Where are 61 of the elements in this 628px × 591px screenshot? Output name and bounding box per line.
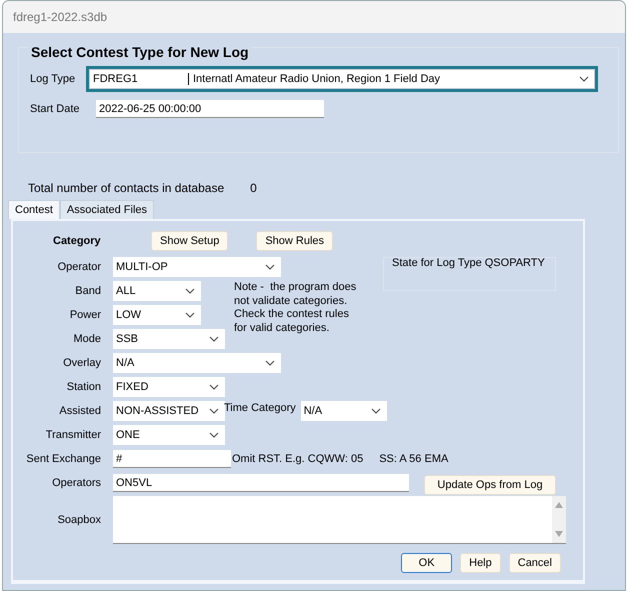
- soapbox-field[interactable]: [113, 496, 566, 544]
- chevron-down-icon: [265, 264, 275, 270]
- dropdown[interactable]: ALL: [113, 281, 201, 301]
- dropdown[interactable]: LOW: [113, 305, 201, 325]
- field-label: Log Type: [29, 73, 76, 85]
- field-label: Soapbox: [56, 514, 102, 526]
- text-field[interactable]: ON5VL: [113, 474, 409, 492]
- window-title: fdreg1-2022.s3db: [13, 10, 108, 24]
- dropdown[interactable]: SSB: [113, 329, 225, 349]
- chevron-down-icon: [265, 360, 275, 366]
- field-label: Operators: [51, 477, 102, 489]
- note-text: for valid categories.: [234, 322, 330, 335]
- category-button[interactable]: Show Rules: [256, 231, 334, 251]
- chevron-down-icon: [209, 336, 219, 342]
- field-label: Power: [68, 309, 102, 321]
- field-label: Mode: [72, 333, 102, 345]
- dropdown[interactable]: NON-ASSISTED: [113, 401, 225, 421]
- chevron-down-icon: [209, 384, 219, 390]
- group-label: State for Log Type QSOPARTY: [391, 257, 546, 269]
- hint-text: SS: A 56 EMA: [379, 453, 448, 465]
- contacts-count: 0: [250, 181, 257, 195]
- field-label: Overlay: [62, 357, 102, 369]
- dialog-button[interactable]: Cancel: [508, 553, 561, 573]
- dialog-heading: Select Contest Type for New Log: [29, 44, 251, 60]
- dropdown[interactable]: MULTI-OP: [113, 257, 281, 277]
- field-label: Band: [74, 285, 102, 297]
- chevron-down-icon: [209, 432, 219, 438]
- note-text: Check the contest rules: [234, 308, 350, 322]
- hint-text: Omit RST. E.g. CQWW: 05: [232, 453, 364, 465]
- dialog-button[interactable]: OK: [401, 553, 452, 573]
- field-label: Assisted: [58, 405, 102, 417]
- chevron-down-icon: [185, 312, 195, 318]
- tab[interactable]: Associated Files: [60, 200, 154, 219]
- note-text: Note - the program does: [234, 281, 358, 294]
- chevron-down-icon: [185, 288, 195, 294]
- field-label: Transmitter: [44, 429, 102, 441]
- category-heading: Category: [52, 235, 102, 247]
- note-text: not validate categories.: [234, 294, 348, 308]
- chevron-down-icon: [209, 408, 219, 414]
- field-label: Start Date: [29, 103, 81, 115]
- category-button[interactable]: Show Setup: [151, 231, 228, 251]
- log-type-dropdown[interactable]: FDREG1 Internatl Amateur Radio Union, Region 1 Field Day: [86, 66, 598, 92]
- dropdown[interactable]: FIXED: [113, 377, 225, 397]
- field-label: Operator: [56, 261, 102, 273]
- text-field[interactable]: #: [113, 450, 231, 468]
- field-label: Station: [66, 381, 102, 393]
- scrollbar[interactable]: [552, 496, 566, 543]
- up-arrow-icon[interactable]: [555, 502, 563, 508]
- field-label: Time Category: [224, 402, 296, 414]
- chevron-down-icon: [370, 408, 381, 414]
- dialog-button[interactable]: Help: [460, 553, 501, 573]
- start-date-field[interactable]: 2022-06-25 00:00:00: [96, 100, 324, 118]
- dropdown[interactable]: ONE: [113, 425, 225, 445]
- contacts-label: Total number of contacts in database: [28, 181, 224, 195]
- tab[interactable]: Contest: [8, 200, 60, 219]
- field-label: Sent Exchange: [25, 453, 102, 465]
- update-ops-button[interactable]: Update Ops from Log: [424, 475, 556, 495]
- dropdown[interactable]: N/A: [113, 353, 281, 373]
- dropdown[interactable]: N/A: [300, 401, 387, 421]
- chevron-down-icon: [579, 76, 589, 82]
- down-arrow-icon[interactable]: [555, 531, 563, 537]
